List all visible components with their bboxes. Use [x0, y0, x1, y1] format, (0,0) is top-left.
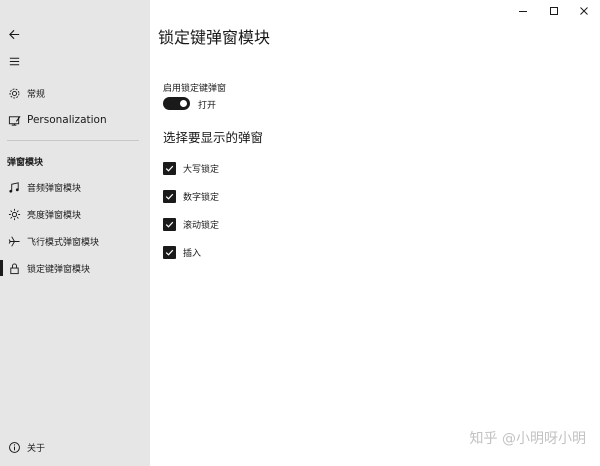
brightness-icon: [7, 207, 21, 221]
checkbox-checked-icon: [163, 189, 176, 203]
sidebar-item-brightness-module[interactable]: 亮度弹窗模块: [0, 202, 150, 226]
hamburger-menu-button[interactable]: [0, 49, 150, 73]
toggle-label: 启用锁定键弹窗: [163, 84, 227, 94]
checkbox-label: 大写锁定: [183, 164, 220, 175]
checkbox-scroll-lock[interactable]: 滚动锁定: [163, 217, 219, 231]
close-icon: [580, 7, 588, 15]
back-arrow-icon: [7, 27, 21, 41]
sidebar-item-airplane-module[interactable]: 飞行模式弹窗模块: [0, 229, 150, 253]
checkbox-checked-icon: [163, 245, 176, 259]
sidebar-section-title: 弹窗模块: [7, 158, 44, 168]
sidebar-divider: [7, 140, 139, 141]
sidebar-item-lockkey-module[interactable]: 锁定键弹窗模块: [0, 256, 150, 280]
gear-icon: [7, 86, 21, 100]
sidebar-item-general[interactable]: 常规: [0, 81, 150, 105]
hamburger-icon: [7, 54, 21, 68]
toggle-state-text: 打开: [198, 101, 217, 111]
checkbox-label: 插入: [183, 248, 202, 259]
checkbox-checked-icon: [163, 161, 176, 175]
watermark: 知乎 @小明呀小明: [469, 431, 586, 447]
checkbox-insert[interactable]: 插入: [163, 245, 201, 259]
enable-lockkey-popup-toggle[interactable]: [163, 97, 190, 110]
checkbox-checked-icon: [163, 217, 176, 231]
selection-indicator: [0, 260, 3, 276]
sidebar-item-label: 亮度弹窗模块: [27, 210, 82, 221]
close-button[interactable]: [568, 0, 600, 22]
checkbox-label: 滚动锁定: [183, 220, 220, 231]
main-content: 锁定键弹窗模块 启用锁定键弹窗 打开 选择要显示的弹窗 大写锁定 数字锁定 滚动…: [150, 0, 600, 466]
minimize-icon: [519, 11, 527, 12]
sidebar-item-about[interactable]: 关于: [0, 435, 150, 459]
sidebar-item-audio-module[interactable]: 音频弹窗模块: [0, 175, 150, 199]
maximize-icon: [550, 7, 558, 15]
sidebar-item-label: 音频弹窗模块: [27, 183, 82, 194]
personalization-icon: [7, 113, 21, 127]
sidebar-item-label: Personalization: [27, 114, 107, 126]
page-title: 锁定键弹窗模块: [158, 28, 271, 47]
sidebar-item-personalization[interactable]: Personalization: [0, 108, 150, 132]
sidebar-item-label: 关于: [27, 443, 46, 454]
checkbox-caps-lock[interactable]: 大写锁定: [163, 161, 219, 175]
sidebar-item-label: 锁定键弹窗模块: [27, 264, 91, 275]
sidebar-item-label: 飞行模式弹窗模块: [27, 237, 100, 248]
sidebar: 常规 Personalization 弹窗模块 音频弹窗模块 亮度弹窗模块 飞行…: [0, 0, 150, 466]
back-button[interactable]: [0, 22, 150, 46]
airplane-icon: [7, 234, 21, 248]
checkbox-label: 数字锁定: [183, 192, 220, 203]
maximize-button[interactable]: [538, 0, 570, 22]
toggle-knob: [180, 100, 187, 107]
info-icon: [7, 440, 21, 454]
checkbox-num-lock[interactable]: 数字锁定: [163, 189, 219, 203]
minimize-button[interactable]: [507, 0, 539, 22]
music-note-icon: [7, 180, 21, 194]
lock-icon: [7, 261, 21, 275]
sidebar-item-label: 常规: [27, 89, 46, 100]
section-heading: 选择要显示的弹窗: [163, 130, 264, 145]
